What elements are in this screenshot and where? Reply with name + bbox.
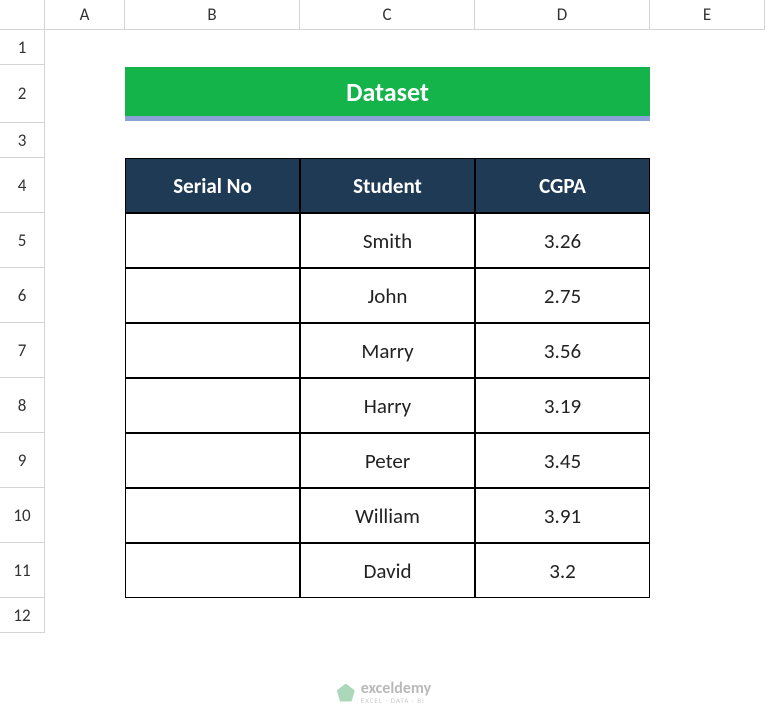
cell[interactable] [45, 488, 125, 543]
td-student[interactable]: William [300, 488, 475, 543]
th-cgpa[interactable]: CGPA [475, 158, 650, 213]
cell[interactable] [45, 65, 125, 123]
td-student[interactable]: Smith [300, 213, 475, 268]
row-header-4[interactable]: 4 [0, 158, 45, 213]
td-serial[interactable] [125, 378, 300, 433]
row-header-8[interactable]: 8 [0, 378, 45, 433]
cell[interactable] [650, 268, 765, 323]
cell[interactable] [650, 488, 765, 543]
cell[interactable] [650, 213, 765, 268]
cell[interactable] [45, 378, 125, 433]
td-student[interactable]: Peter [300, 433, 475, 488]
exceldemy-logo-icon [337, 684, 355, 702]
row-header-1[interactable]: 1 [0, 30, 45, 65]
spreadsheet-grid: A B C D E 1 2 Dataset 3 4 Serial No Stud… [0, 0, 768, 633]
th-serial[interactable]: Serial No [125, 158, 300, 213]
cell[interactable] [650, 543, 765, 598]
td-cgpa[interactable]: 3.19 [475, 378, 650, 433]
cell[interactable] [45, 433, 125, 488]
row-header-10[interactable]: 10 [0, 488, 45, 543]
td-serial[interactable] [125, 488, 300, 543]
cell[interactable] [45, 268, 125, 323]
corner-cell[interactable] [0, 0, 45, 30]
td-cgpa[interactable]: 2.75 [475, 268, 650, 323]
cell[interactable] [45, 158, 125, 213]
td-student[interactable]: Marry [300, 323, 475, 378]
title-banner[interactable]: Dataset [125, 67, 650, 121]
cell[interactable] [650, 65, 765, 123]
cell[interactable] [650, 323, 765, 378]
row-header-3[interactable]: 3 [0, 123, 45, 158]
cell[interactable] [45, 123, 765, 158]
row-header-9[interactable]: 9 [0, 433, 45, 488]
cell[interactable] [45, 30, 765, 65]
td-serial[interactable] [125, 213, 300, 268]
td-serial[interactable] [125, 543, 300, 598]
td-serial[interactable] [125, 323, 300, 378]
td-student[interactable]: John [300, 268, 475, 323]
td-cgpa[interactable]: 3.56 [475, 323, 650, 378]
watermark-sub: EXCEL · DATA · BI [361, 697, 431, 704]
row-header-7[interactable]: 7 [0, 323, 45, 378]
cell[interactable] [650, 433, 765, 488]
col-header-a[interactable]: A [45, 0, 125, 30]
watermark-main: exceldemy [361, 681, 431, 697]
td-student[interactable]: Harry [300, 378, 475, 433]
col-header-b[interactable]: B [125, 0, 300, 30]
td-cgpa[interactable]: 3.26 [475, 213, 650, 268]
col-header-e[interactable]: E [650, 0, 765, 30]
cell[interactable] [650, 378, 765, 433]
row-header-5[interactable]: 5 [0, 213, 45, 268]
watermark-text: exceldemy EXCEL · DATA · BI [361, 681, 431, 704]
cell[interactable] [45, 543, 125, 598]
cell[interactable] [45, 598, 765, 633]
cell[interactable] [45, 213, 125, 268]
row-header-6[interactable]: 6 [0, 268, 45, 323]
td-student[interactable]: David [300, 543, 475, 598]
td-serial[interactable] [125, 433, 300, 488]
td-serial[interactable] [125, 268, 300, 323]
td-cgpa[interactable]: 3.2 [475, 543, 650, 598]
row-header-2[interactable]: 2 [0, 65, 45, 123]
td-cgpa[interactable]: 3.91 [475, 488, 650, 543]
watermark: exceldemy EXCEL · DATA · BI [337, 681, 431, 704]
cell[interactable] [45, 323, 125, 378]
cell[interactable] [650, 158, 765, 213]
row-header-12[interactable]: 12 [0, 598, 45, 633]
th-student[interactable]: Student [300, 158, 475, 213]
row-header-11[interactable]: 11 [0, 543, 45, 598]
col-header-c[interactable]: C [300, 0, 475, 30]
td-cgpa[interactable]: 3.45 [475, 433, 650, 488]
col-header-d[interactable]: D [475, 0, 650, 30]
